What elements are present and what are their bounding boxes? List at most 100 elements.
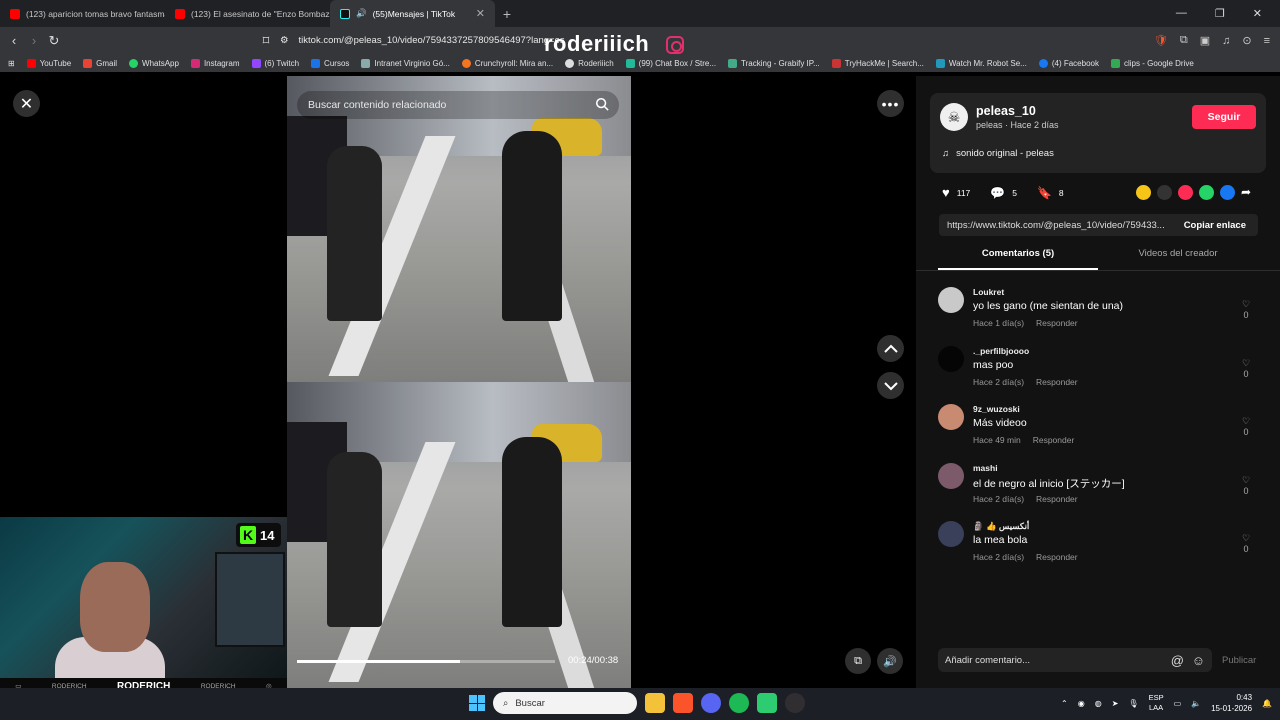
network-icon[interactable]: ▭	[1174, 699, 1182, 708]
apps-icon[interactable]: ⊞	[8, 59, 15, 68]
tray-chevron-icon[interactable]: ⌃	[1061, 699, 1068, 708]
bookmark-grabify[interactable]: Tracking - Grabify IP...	[728, 58, 820, 68]
taskbar-search[interactable]: ⌕ Buscar	[493, 692, 637, 714]
repost-icon[interactable]	[1136, 185, 1151, 200]
bookmark-facebook[interactable]: (4) Facebook	[1038, 58, 1099, 68]
brave-icon[interactable]	[673, 693, 693, 713]
publish-button[interactable]: Publicar	[1222, 655, 1256, 666]
bookmark-youtube[interactable]: YouTube	[26, 58, 71, 68]
commenter-avatar[interactable]	[938, 521, 964, 547]
reply-button[interactable]: Responder	[1033, 435, 1075, 445]
address-bar[interactable]: ⚙ tiktok.com/@peleas_10/video/75943372578…	[280, 27, 565, 54]
save-button[interactable]: 🔖 8	[1037, 186, 1064, 200]
reply-button[interactable]: Responder	[1036, 318, 1078, 328]
comment-like[interactable]: ♡ 0	[1238, 416, 1254, 437]
bookmark-intranet[interactable]: Intranet Virginio Gó...	[361, 58, 450, 68]
bookmark-crunchyroll[interactable]: Crunchyroll: Mira an...	[461, 58, 553, 68]
video-player[interactable]	[287, 76, 631, 688]
menu-icon[interactable]: ≡	[1264, 35, 1270, 47]
language-indicator[interactable]: ESP LAA	[1149, 693, 1164, 713]
sound-info[interactable]: ♫ sonido original - peleas	[942, 148, 1054, 159]
discord-icon[interactable]	[701, 693, 721, 713]
send-icon[interactable]	[1178, 185, 1193, 200]
tray-app-icon[interactable]: ◉	[1078, 699, 1085, 708]
volume-button[interactable]: 🔊	[877, 648, 903, 674]
share-arrow-icon[interactable]: ➦	[1241, 185, 1251, 200]
browser-tab-2[interactable]: (123) El asesinato de "Enzo Bombazo"	[165, 0, 330, 27]
facebook-icon[interactable]	[1220, 185, 1235, 200]
more-options-button[interactable]: •••	[877, 90, 904, 117]
file-explorer-icon[interactable]	[645, 693, 665, 713]
bookmark-whatsapp[interactable]: WhatsApp	[129, 58, 179, 68]
commenter-username[interactable]: 🗿 👍 أنكسيس	[973, 521, 1029, 532]
chat-app-icon[interactable]	[757, 693, 777, 713]
next-video-button[interactable]	[877, 372, 904, 399]
extensions-icon[interactable]: ⧉	[1180, 34, 1188, 47]
mention-icon[interactable]: @	[1171, 653, 1184, 668]
close-window-icon[interactable]: ✕	[1253, 7, 1262, 20]
comment-like[interactable]: ♡ 0	[1238, 475, 1254, 496]
minimize-icon[interactable]: —	[1176, 7, 1187, 20]
bookmark-github[interactable]: Roderiiich	[565, 58, 614, 68]
comment-like[interactable]: ♡ 0	[1238, 533, 1254, 554]
obs-icon[interactable]	[785, 693, 805, 713]
whatsapp-icon[interactable]	[1199, 185, 1214, 200]
bookmark-chatbox[interactable]: (99) Chat Box / Stre...	[625, 58, 716, 68]
follow-button[interactable]: Seguir	[1192, 105, 1256, 129]
microphone-icon[interactable]: 🎙	[1128, 699, 1138, 708]
close-tab-icon[interactable]: ✕	[476, 7, 485, 20]
search-icon[interactable]	[595, 97, 609, 111]
emoji-icon[interactable]: ☺	[1192, 653, 1205, 668]
like-button[interactable]: ♥ 117	[942, 185, 970, 200]
windows-start-icon[interactable]	[469, 695, 485, 711]
music-icon[interactable]: ♫	[1222, 35, 1230, 47]
creator-avatar[interactable]: ☠	[940, 103, 968, 131]
bookmark-clips[interactable]: clips - Google Drive	[1110, 58, 1194, 68]
bookmark-gmail[interactable]: Gmail	[83, 58, 117, 68]
embed-icon[interactable]	[1157, 185, 1172, 200]
volume-tray-icon[interactable]: 🔈	[1191, 699, 1201, 708]
forward-icon[interactable]: ›	[24, 33, 44, 48]
browser-tab-1[interactable]: (123) aparicion tomas bravo fantasma	[0, 0, 165, 27]
tab-creator-videos[interactable]: Videos del creador	[1098, 248, 1258, 270]
commenter-avatar[interactable]	[938, 287, 964, 313]
taskbar-clock[interactable]: 0:43 15-01-2026	[1211, 692, 1252, 714]
commenter-avatar[interactable]	[938, 345, 964, 372]
sidebar-icon[interactable]: ▣	[1200, 34, 1210, 47]
commenter-username[interactable]: Loukret	[973, 287, 1004, 297]
commenter-username[interactable]: ._perfilbjoooo	[973, 346, 1029, 356]
creator-username[interactable]: peleas_10	[976, 104, 1036, 118]
reply-button[interactable]: Responder	[1036, 552, 1078, 562]
site-settings-icon[interactable]: ⚙	[280, 35, 289, 46]
reply-button[interactable]: Responder	[1036, 377, 1078, 387]
commenter-avatar[interactable]	[938, 404, 964, 430]
reload-icon[interactable]: ↻	[44, 33, 64, 49]
bookmark-mrrobot[interactable]: Watch Mr. Robot Se...	[935, 58, 1027, 68]
back-icon[interactable]: ‹	[4, 33, 24, 48]
commenter-username[interactable]: 9z_wuzoski	[973, 404, 1020, 414]
comment-like[interactable]: ♡ 0	[1238, 299, 1254, 320]
discord-tray-icon[interactable]: ◍	[1095, 699, 1102, 708]
bookmark-page-icon[interactable]: ⌑	[256, 33, 276, 49]
comment-input[interactable]: Añadir comentario... @ ☺	[938, 648, 1212, 672]
previous-video-button[interactable]	[877, 335, 904, 362]
close-video-button[interactable]: ✕	[13, 90, 40, 117]
tab-comments[interactable]: Comentarios (5)	[938, 248, 1098, 270]
related-search-input[interactable]: Buscar contenido relacionado	[297, 91, 619, 119]
bookmark-instagram[interactable]: Instagram	[190, 58, 240, 68]
new-tab-button[interactable]: +	[495, 6, 519, 22]
tray-arrow-icon[interactable]: ➤	[1112, 699, 1119, 708]
bookmark-twitch[interactable]: (6) Twitch	[251, 58, 299, 68]
commenter-username[interactable]: mashi	[973, 463, 998, 473]
notification-icon[interactable]: 🔔	[1262, 699, 1272, 708]
maximize-icon[interactable]: ❐	[1215, 7, 1225, 20]
copy-link-button[interactable]: Copiar enlace	[1184, 220, 1246, 231]
comment-button[interactable]: 💬 5	[990, 186, 1017, 200]
bookmark-cursos[interactable]: Cursos	[311, 58, 349, 68]
spotify-icon[interactable]	[729, 693, 749, 713]
brave-shields-icon[interactable]: 🛡	[1154, 34, 1168, 47]
commenter-avatar[interactable]	[938, 462, 964, 489]
comment-like[interactable]: ♡ 0	[1238, 358, 1254, 379]
vpn-icon[interactable]: ⊙	[1242, 34, 1251, 47]
browser-tab-3[interactable]: 🔊 (55)Mensajes | TikTok ✕	[330, 0, 495, 27]
